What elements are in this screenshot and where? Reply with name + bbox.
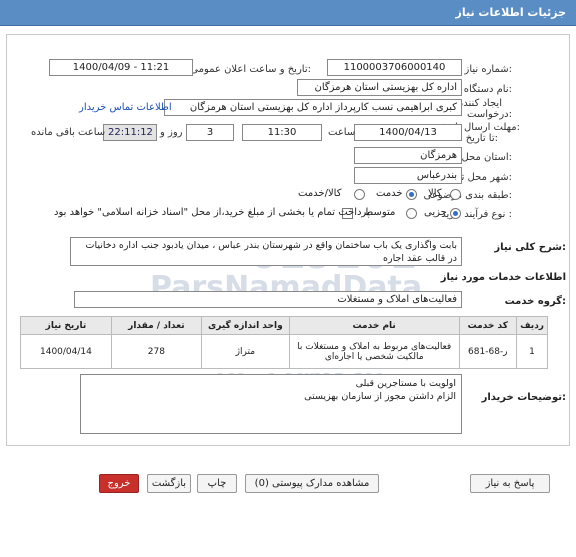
cell-name: فعالیت‌های مربوط به املاک و مستغلات با م… xyxy=(288,334,460,369)
cell-date: 1400/04/14 xyxy=(20,334,112,369)
exit-button[interactable]: خروج xyxy=(99,474,139,493)
services-section-title: اطلاعات خدمات مورد نیاز xyxy=(440,272,566,283)
process-minor-radio[interactable] xyxy=(450,208,461,219)
description-text: بابت واگذاری یک باب ساختمان واقع در شهرس… xyxy=(70,237,462,266)
page-title: جزئیات اطلاعات نیاز xyxy=(455,6,567,19)
category-goods-label: کالا xyxy=(428,188,442,199)
need-number-field: 1100003706000140 xyxy=(327,59,462,76)
category-service-label: خدمت xyxy=(376,188,403,199)
col-name: نام خدمت xyxy=(288,316,460,335)
deadline-label-2: تا تاریخ: xyxy=(465,133,498,144)
cell-qty: 278 xyxy=(110,334,202,369)
announce-field: 1400/04/09 - 11:21 xyxy=(49,59,193,76)
buyer-field: اداره کل بهزیستی استان هرمزگان xyxy=(297,79,462,96)
deadline-date-field: 1400/04/13 xyxy=(354,124,462,141)
description-label: شرح کلی نیاز: xyxy=(494,242,566,253)
attachments-button[interactable]: مشاهده مدارک پیوستی (0) xyxy=(245,474,379,493)
col-date: تاریخ نیاز xyxy=(20,316,112,335)
buyer-notes-line-2: الزام داشتن مجوز از سازمان بهزیستی xyxy=(304,391,456,402)
cell-row: 1 xyxy=(516,334,548,369)
remaining-time-field: 22:11:12 xyxy=(103,124,157,141)
service-group-label: گروه خدمت: xyxy=(504,296,566,307)
col-code: کد خدمت xyxy=(458,316,518,335)
process-medium-radio[interactable] xyxy=(406,208,417,219)
category-both-radio[interactable] xyxy=(354,189,365,200)
buyer-notes-box: اولویت با مستاجرین قبلی الزام داشتن مجوز… xyxy=(80,374,462,434)
category-both-label: کالا/خدمت xyxy=(298,188,342,199)
table-header-row: ردیف کد خدمت نام خدمت واحد اندازه گیری ت… xyxy=(20,316,548,335)
creator-label-2: درخواست: xyxy=(467,109,512,120)
col-qty: تعداد / مقدار xyxy=(110,316,202,335)
service-group-field: فعالیت‌های املاک و مستغلات xyxy=(74,291,462,308)
city-field: بندرعباس xyxy=(354,167,462,184)
creator-label-1: ایجاد کننده xyxy=(458,98,502,109)
print-button[interactable]: چاپ xyxy=(197,474,237,493)
creator-field: کبری ابراهیمی نسب کارپرداز اداره کل بهزی… xyxy=(164,99,462,116)
cell-code: ر-68-681 xyxy=(458,334,518,369)
days-label: روز و xyxy=(160,127,183,138)
province-field: هرمزگان xyxy=(354,147,462,164)
deadline-time-field: 11:30 xyxy=(242,124,322,141)
cell-unit: متراژ xyxy=(200,334,290,369)
category-goods-radio[interactable] xyxy=(450,189,461,200)
process-minor-label: جزیی xyxy=(424,207,447,218)
col-unit: واحد اندازه گیری xyxy=(200,316,290,335)
need-number-label: شماره نیاز: xyxy=(464,64,512,75)
remaining-label: ساعت باقی مانده xyxy=(31,127,106,138)
services-table: ردیف کد خدمت نام خدمت واحد اندازه گیری ت… xyxy=(20,316,548,369)
days-remaining-field: 3 xyxy=(186,124,234,141)
page-header: جزئیات اطلاعات نیاز xyxy=(0,0,576,26)
treasury-payment-text: پرداخت تمام یا بخشی از مبلغ خرید،از محل … xyxy=(54,207,373,218)
buyer-notes-line-1: اولویت با مستاجرین قبلی xyxy=(355,378,456,389)
deadline-time-label: ساعت xyxy=(328,127,356,138)
buyer-notes-label: توضیحات خریدار: xyxy=(481,392,566,403)
contact-info-link[interactable]: اطلاعات تماس خریدار xyxy=(79,102,172,113)
category-service-radio[interactable] xyxy=(406,189,417,200)
back-button[interactable]: بازگشت xyxy=(147,474,191,493)
reply-button[interactable]: پاسخ به نیاز xyxy=(470,474,550,493)
col-row: ردیف xyxy=(516,316,548,335)
table-row: 1 ر-68-681 فعالیت‌های مربوط به املاک و م… xyxy=(20,334,548,369)
announce-label: تاریخ و ساعت اعلان عمومی: xyxy=(190,64,311,75)
